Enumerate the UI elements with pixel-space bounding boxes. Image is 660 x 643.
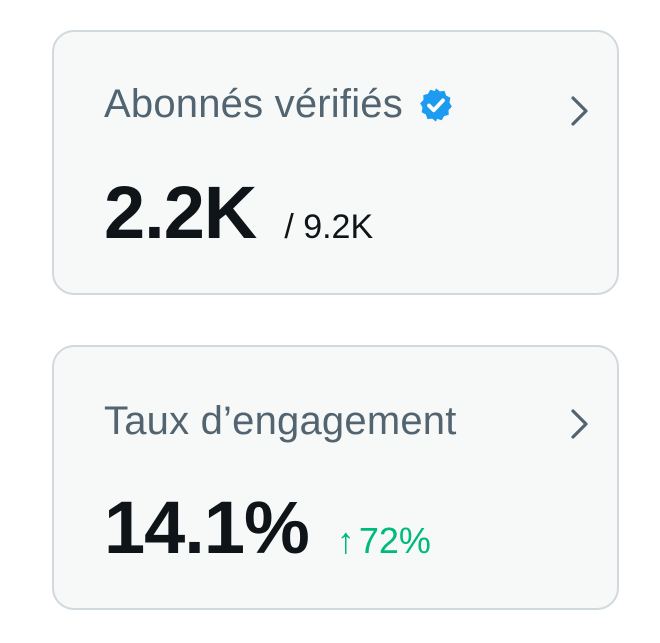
engagement-rate-value: 14.1% — [104, 486, 310, 569]
engagement-change: ↑ 72% — [337, 520, 431, 562]
verified-followers-label: Abonnés vérifiés — [104, 82, 403, 126]
total-followers-count: / 9.2K — [284, 208, 374, 246]
verified-followers-card[interactable]: Abonnés vérifiés 2.2K / 9.2K — [52, 30, 619, 295]
verified-followers-count: 2.2K — [104, 171, 257, 254]
chevron-right-icon[interactable] — [569, 94, 591, 128]
verified-followers-values: 2.2K / 9.2K — [104, 170, 373, 255]
engagement-change-value: 72% — [358, 520, 431, 561]
verified-badge-icon — [420, 87, 452, 122]
verified-followers-title: Abonnés vérifiés — [104, 82, 455, 127]
chevron-right-icon[interactable] — [569, 407, 591, 441]
engagement-rate-card[interactable]: Taux d’engagement 14.1% ↑ 72% — [52, 345, 619, 610]
up-arrow-icon: ↑ — [336, 520, 355, 561]
engagement-rate-title: Taux d’engagement — [104, 399, 457, 444]
engagement-rate-label: Taux d’engagement — [104, 399, 457, 443]
engagement-rate-values: 14.1% ↑ 72% — [104, 485, 431, 570]
